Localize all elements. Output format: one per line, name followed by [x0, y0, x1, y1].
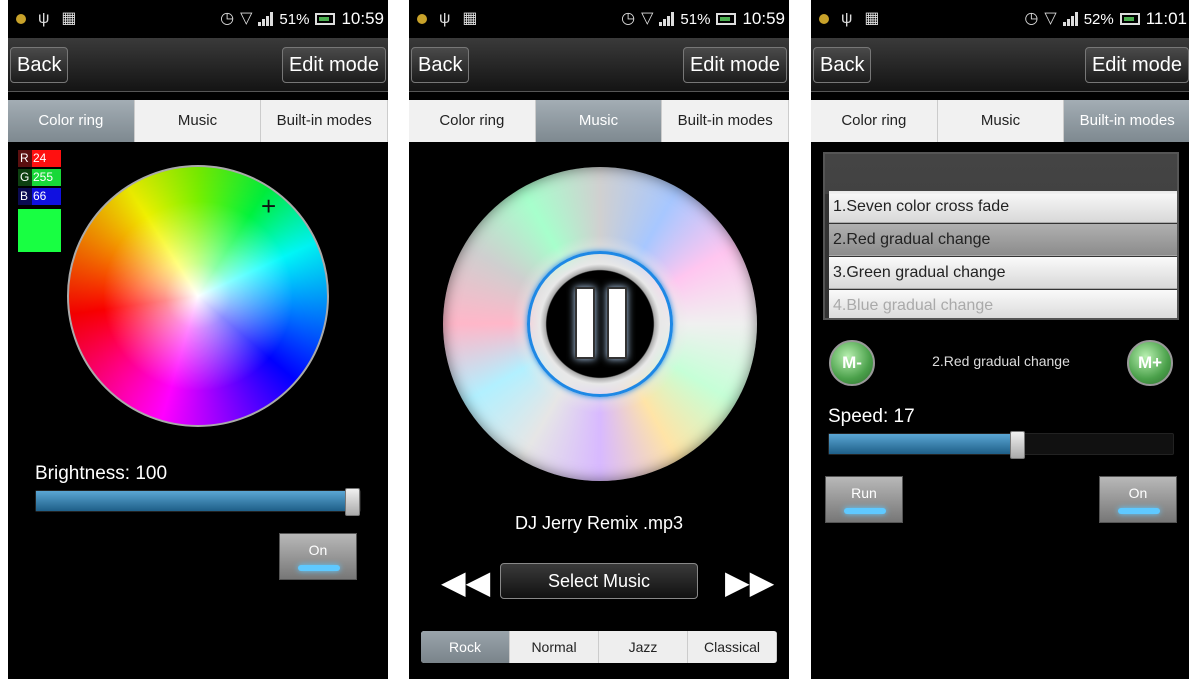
speed-thumb[interactable] [1010, 431, 1025, 459]
signal-icon [258, 12, 274, 26]
wifi-icon: ▽ [641, 10, 654, 27]
crosshair-icon[interactable]: + [261, 193, 276, 219]
notification-dot-icon [417, 14, 427, 24]
eq-classical[interactable]: Classical [688, 631, 777, 663]
phone-screen-color-ring: ψ ▦ ◷ ▽ 51% 10:59 Back Edit mode Color r… [8, 0, 388, 679]
mode-option-4[interactable]: 4.Blue gradual change [829, 290, 1177, 318]
status-bar: ψ ▦ ◷ ▽ 51% 10:59 [409, 0, 789, 38]
b-value: 66 [32, 188, 61, 205]
signal-icon [659, 12, 675, 26]
status-bar: ψ ▦ ◷ ▽ 52% 11:01 [811, 0, 1189, 38]
clock: 10:59 [742, 9, 785, 28]
speed-label: Speed: 17 [828, 406, 915, 427]
power-on-button[interactable]: On [279, 533, 357, 580]
alarm-icon: ◷ [220, 10, 235, 27]
back-button[interactable]: Back [411, 47, 470, 83]
mode-tabs: Color ring Music Built-in modes [811, 100, 1189, 142]
tab-music[interactable]: Music [135, 100, 262, 142]
brightness-thumb[interactable] [345, 488, 360, 516]
signal-icon [1062, 12, 1078, 26]
edit-mode-button[interactable]: Edit mode [281, 47, 386, 83]
power-on-button[interactable]: On [1099, 476, 1177, 523]
tab-built-in-modes[interactable]: Built-in modes [1064, 100, 1189, 142]
b-label: B [18, 188, 32, 205]
alarm-icon: ◷ [621, 10, 636, 27]
back-button[interactable]: Back [10, 47, 69, 83]
battery-percent: 51% [680, 10, 711, 28]
fast-forward-icon[interactable]: ▶▶ [725, 566, 774, 598]
mode-next-button[interactable]: M+ [1127, 340, 1173, 386]
speed-slider[interactable] [828, 431, 1174, 459]
mode-option-2[interactable]: 2.Red gradual change [829, 224, 1177, 256]
back-button[interactable]: Back [813, 47, 872, 83]
android-icon: ▦ [864, 10, 880, 27]
on-label: On [308, 542, 328, 558]
mode-option-1[interactable]: 1.Seven color cross fade [829, 191, 1177, 223]
current-mode-label: 2.Red gradual change [932, 353, 1070, 369]
battery-percent: 52% [1083, 10, 1114, 28]
battery-icon [716, 13, 737, 25]
eq-rock[interactable]: Rock [421, 631, 510, 663]
alarm-icon: ◷ [1024, 10, 1039, 27]
rgb-readout: R 24 G 255 B 66 [18, 150, 61, 207]
status-bar: ψ ▦ ◷ ▽ 51% 10:59 [8, 0, 388, 38]
wifi-icon: ▽ [240, 10, 253, 27]
mode-tabs: Color ring Music Built-in modes [8, 100, 388, 142]
title-bar: Back Edit mode [8, 38, 388, 92]
run-label: Run [851, 485, 877, 501]
track-name: DJ Jerry Remix .mp3 [514, 513, 684, 533]
mode-tabs: Color ring Music Built-in modes [409, 100, 789, 142]
equalizer-tabs: Rock Normal Jazz Classical [421, 631, 777, 663]
phone-screen-built-in-modes: ψ ▦ ◷ ▽ 52% 11:01 Back Edit mode Color r… [811, 0, 1189, 679]
mode-option-3[interactable]: 3.Green gradual change [829, 257, 1177, 289]
pause-icon[interactable] [575, 287, 627, 359]
color-wheel[interactable] [67, 165, 329, 427]
notification-dot-icon [819, 14, 829, 24]
title-bar: Back Edit mode [811, 38, 1189, 92]
clock: 11:01 [1145, 9, 1187, 28]
edit-mode-button[interactable]: Edit mode [682, 47, 787, 83]
wifi-icon: ▽ [1044, 10, 1057, 27]
phone-screen-music: ψ ▦ ◷ ▽ 51% 10:59 Back Edit mode Color r… [409, 0, 789, 679]
tab-built-in-modes[interactable]: Built-in modes [261, 100, 388, 142]
brightness-fill [36, 491, 353, 511]
g-value: 255 [32, 169, 61, 186]
g-label: G [18, 169, 32, 186]
select-music-button[interactable]: Select Music [500, 563, 698, 599]
mode-prev-button[interactable]: M- [829, 340, 875, 386]
usb-icon: ψ [841, 10, 853, 27]
r-value: 24 [32, 150, 61, 167]
tab-color-ring[interactable]: Color ring [811, 100, 938, 142]
on-label: On [1128, 485, 1148, 501]
battery-icon [315, 13, 336, 25]
android-icon: ▦ [61, 10, 77, 27]
eq-normal[interactable]: Normal [510, 631, 599, 663]
r-label: R [18, 150, 32, 167]
rewind-icon[interactable]: ◀◀ [441, 566, 490, 598]
led-indicator-icon [844, 508, 886, 514]
title-bar: Back Edit mode [409, 38, 789, 92]
brightness-slider[interactable] [35, 488, 361, 516]
battery-percent: 51% [279, 10, 310, 28]
tab-color-ring[interactable]: Color ring [409, 100, 536, 142]
brightness-label: Brightness: 100 [35, 463, 168, 484]
color-swatch [18, 209, 61, 252]
eq-jazz[interactable]: Jazz [599, 631, 688, 663]
usb-icon: ψ [439, 10, 451, 27]
tab-music[interactable]: Music [938, 100, 1065, 142]
led-indicator-icon [298, 565, 340, 571]
speed-fill [829, 434, 1018, 454]
led-indicator-icon [1118, 508, 1160, 514]
android-icon: ▦ [462, 10, 478, 27]
clock: 10:59 [341, 9, 384, 28]
notification-dot-icon [16, 14, 26, 24]
tab-built-in-modes[interactable]: Built-in modes [662, 100, 789, 142]
mode-picker[interactable]: 1.Seven color cross fade 2.Red gradual c… [823, 152, 1179, 320]
usb-icon: ψ [38, 10, 50, 27]
edit-mode-button[interactable]: Edit mode [1084, 47, 1189, 83]
battery-icon [1119, 13, 1140, 25]
tab-music[interactable]: Music [535, 100, 663, 142]
tab-color-ring[interactable]: Color ring [8, 100, 135, 142]
run-button[interactable]: Run [825, 476, 903, 523]
